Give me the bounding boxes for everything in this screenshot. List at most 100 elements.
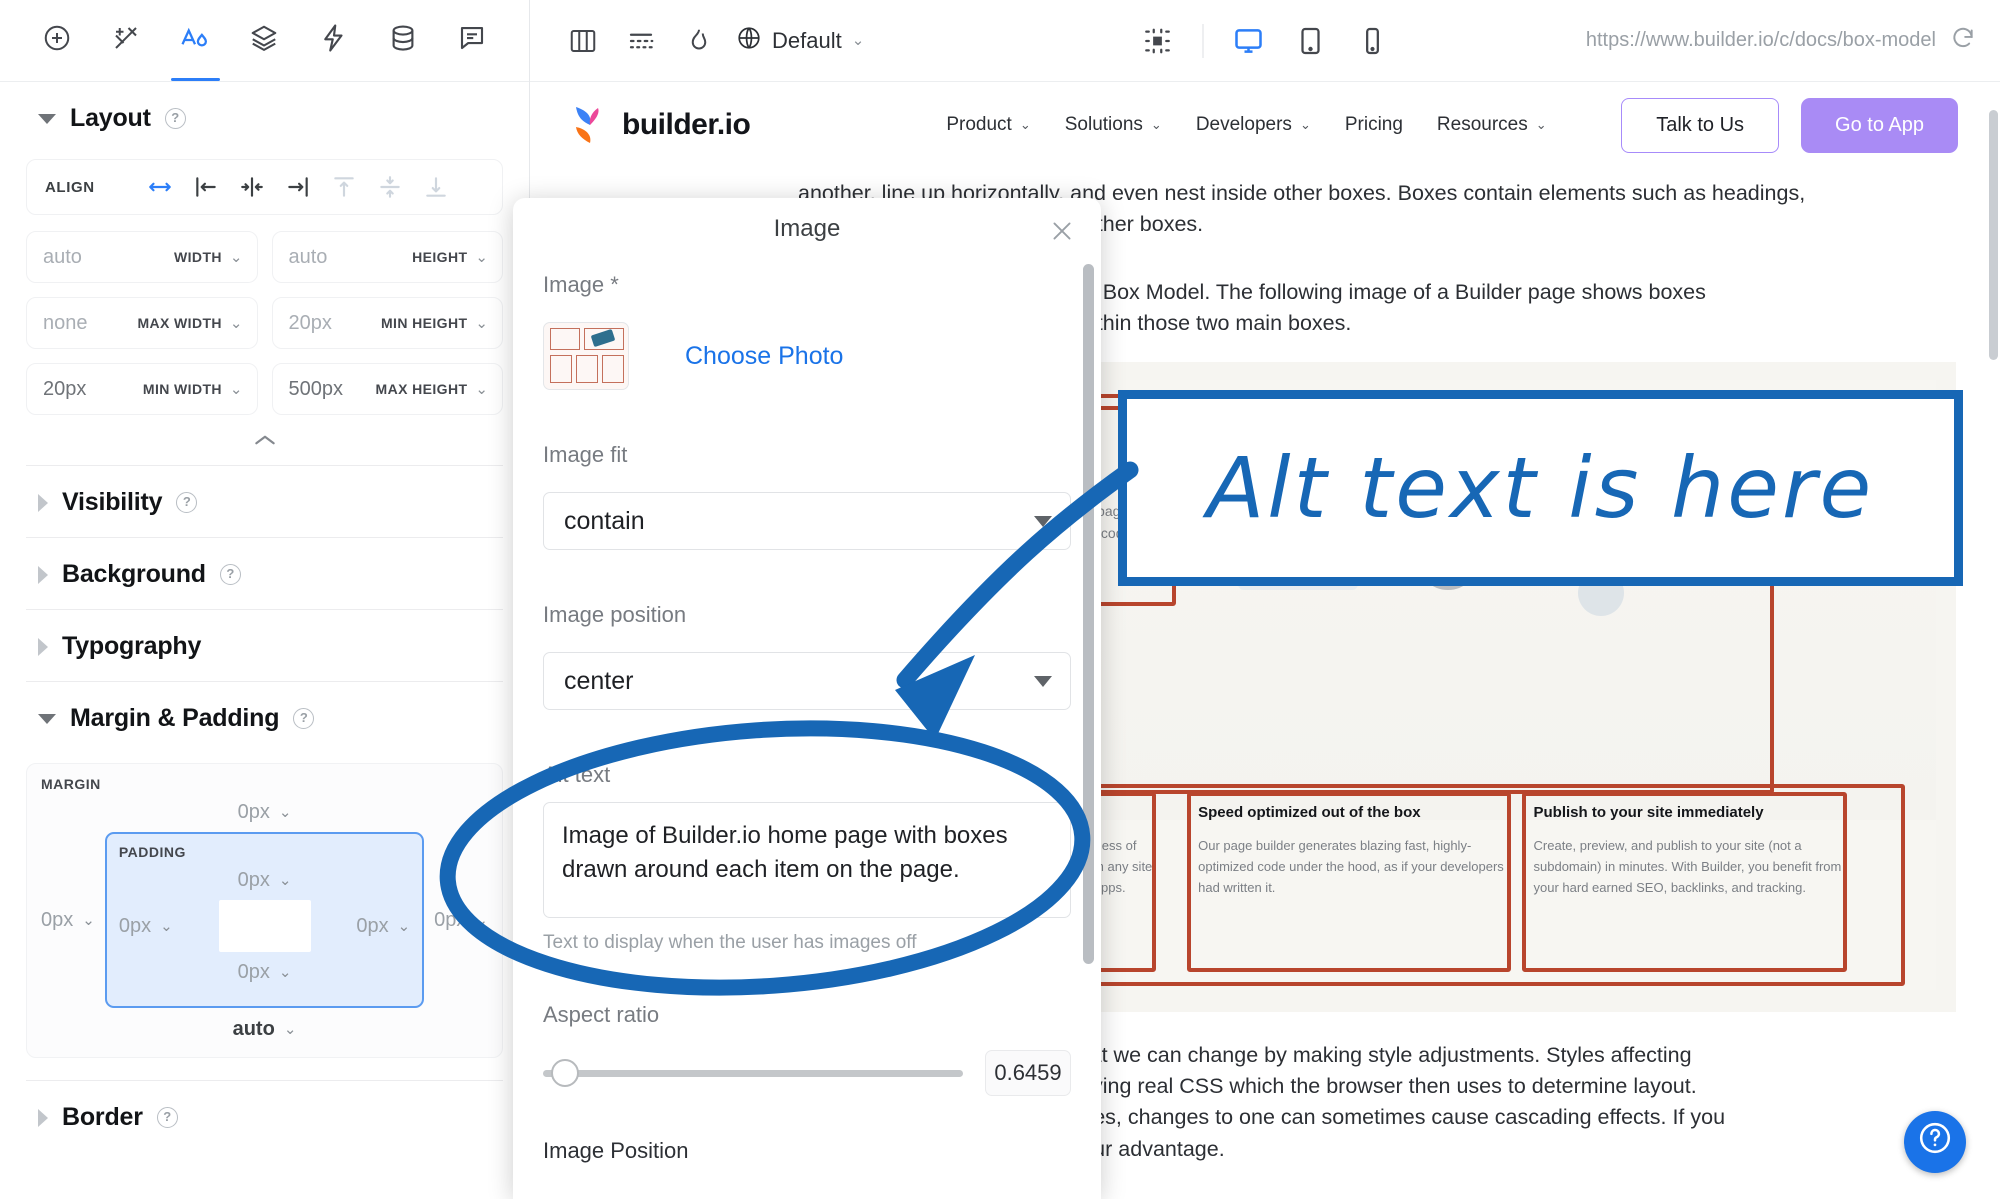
columns-icon[interactable] bbox=[554, 12, 612, 70]
align-left-icon[interactable] bbox=[183, 167, 229, 207]
aspect-ratio-slider[interactable] bbox=[543, 1059, 963, 1087]
section-header-border[interactable]: Border ? bbox=[0, 1081, 529, 1152]
dialog-scrollbar-thumb[interactable] bbox=[1083, 264, 1094, 964]
chevron-down-icon[interactable]: ⌄ bbox=[279, 965, 292, 980]
padding-middle-row: 0px ⌄ 0px ⌄ bbox=[119, 900, 410, 952]
sidebar-tab-style-tools[interactable] bbox=[91, 1, 160, 81]
image-position-select[interactable]: center bbox=[543, 652, 1071, 710]
align-center-icon[interactable] bbox=[229, 167, 275, 207]
flame-icon[interactable] bbox=[670, 12, 728, 70]
field-max-width[interactable]: none MAX WIDTH ⌄ bbox=[26, 297, 258, 349]
image-thumbnail[interactable] bbox=[543, 322, 629, 390]
field-min-height[interactable]: 20px MIN HEIGHT ⌄ bbox=[271, 297, 503, 349]
margin-top-control[interactable]: 0px ⌄ bbox=[41, 792, 488, 832]
align-label: ALIGN bbox=[45, 178, 95, 196]
section-header-background[interactable]: Background ? bbox=[0, 538, 529, 609]
help-fab-button[interactable] bbox=[1904, 1111, 1966, 1173]
chevron-down-icon[interactable]: ⌄ bbox=[230, 316, 243, 331]
chevron-down-icon[interactable]: ⌄ bbox=[230, 250, 243, 265]
chevron-down-icon[interactable]: ⌄ bbox=[279, 805, 292, 820]
desktop-icon[interactable] bbox=[1220, 12, 1278, 70]
layout-collapse-toggle[interactable] bbox=[0, 415, 529, 465]
padding-left-control[interactable]: 0px ⌄ bbox=[119, 915, 173, 938]
brand-logo[interactable]: builder.io bbox=[570, 105, 751, 145]
chevron-down-icon[interactable]: ⌄ bbox=[475, 913, 488, 928]
section-header-typography[interactable]: Typography bbox=[0, 610, 529, 681]
help-icon[interactable]: ? bbox=[219, 564, 241, 585]
nav-label: Pricing bbox=[1344, 114, 1403, 135]
sidebar-tab-data[interactable] bbox=[368, 1, 437, 81]
field-max-height[interactable]: 500px MAX HEIGHT ⌄ bbox=[271, 363, 503, 415]
section-header-layout[interactable]: Layout ? bbox=[0, 82, 529, 153]
sidebar-tab-interactions[interactable] bbox=[299, 1, 368, 81]
chevron-down-icon[interactable]: ⌄ bbox=[475, 316, 488, 331]
app-root: Layout ? ALIGN auto WIDTH ⌄ auto HEIGHT … bbox=[0, 0, 2000, 1199]
sidebar-tab-layers[interactable] bbox=[230, 1, 299, 81]
page-scrollbar[interactable] bbox=[1988, 110, 2000, 1169]
sidebar-tab-comments[interactable] bbox=[438, 1, 507, 81]
tablet-icon[interactable] bbox=[1282, 12, 1340, 70]
refresh-icon[interactable] bbox=[1950, 25, 1976, 57]
padding-bottom-control[interactable]: 0px ⌄ bbox=[119, 952, 410, 992]
nav-item-product[interactable]: Product ⌄ bbox=[946, 114, 1030, 136]
align-top-icon[interactable] bbox=[321, 167, 367, 207]
nav-item-resources[interactable]: Resources ⌄ bbox=[1437, 114, 1547, 136]
image-fit-value: contain bbox=[564, 506, 645, 535]
margin-right-control[interactable]: 0px ⌄ bbox=[434, 909, 488, 932]
alt-text-input[interactable]: Image of Builder.io home page with boxes… bbox=[543, 802, 1071, 918]
url-bar[interactable]: https://www.builder.io/c/docs/box-model bbox=[1586, 25, 1976, 57]
dialog-scrollbar[interactable] bbox=[1083, 264, 1095, 1199]
aspect-ratio-value[interactable]: 0.6459 bbox=[985, 1050, 1071, 1096]
sidebar-tab-add[interactable] bbox=[22, 1, 91, 81]
close-icon[interactable] bbox=[1045, 214, 1079, 248]
slider-handle[interactable] bbox=[551, 1059, 579, 1087]
align-bottom-icon[interactable] bbox=[413, 167, 459, 207]
go-to-app-button[interactable]: Go to App bbox=[1801, 97, 1958, 153]
image-fit-select[interactable]: contain bbox=[543, 492, 1071, 550]
talk-to-us-button[interactable]: Talk to Us bbox=[1621, 97, 1780, 153]
nav-item-pricing[interactable]: Pricing bbox=[1345, 114, 1403, 136]
margin-bottom-control[interactable]: auto ⌄ bbox=[41, 1018, 488, 1041]
preview-toolbar: Default ⌄ https://www.builder.io/c/docs/… bbox=[530, 0, 2000, 82]
mobile-icon[interactable] bbox=[1344, 12, 1402, 70]
choose-photo-button[interactable]: Choose Photo bbox=[685, 342, 843, 371]
chevron-down-icon[interactable]: ⌄ bbox=[398, 919, 411, 934]
padding-right-control[interactable]: 0px ⌄ bbox=[356, 915, 410, 938]
chevron-down-icon[interactable]: ⌄ bbox=[475, 382, 488, 397]
align-right-icon[interactable] bbox=[275, 167, 321, 207]
field-height[interactable]: auto HEIGHT ⌄ bbox=[271, 231, 503, 283]
chevron-down-icon[interactable]: ⌄ bbox=[852, 33, 865, 48]
sidebar-tab-style[interactable] bbox=[161, 1, 230, 81]
align-stretch-horizontal-icon[interactable] bbox=[137, 167, 183, 207]
nav-item-solutions[interactable]: Solutions ⌄ bbox=[1065, 114, 1162, 136]
locale-selector[interactable]: Default ⌄ bbox=[736, 25, 864, 57]
field-width[interactable]: auto WIDTH ⌄ bbox=[26, 231, 258, 283]
chevron-down-icon[interactable]: ⌄ bbox=[230, 382, 243, 397]
help-icon[interactable]: ? bbox=[293, 708, 315, 729]
chevron-down-icon[interactable]: ⌄ bbox=[82, 913, 95, 928]
select-box-icon[interactable] bbox=[1129, 12, 1187, 70]
help-icon[interactable]: ? bbox=[156, 1107, 178, 1128]
page-scrollbar-thumb[interactable] bbox=[1989, 110, 1998, 360]
section-header-margin-padding[interactable]: Margin & Padding ? bbox=[0, 682, 529, 753]
margin-bottom-value: auto bbox=[232, 1018, 275, 1040]
style-sidebar: Layout ? ALIGN auto WIDTH ⌄ auto HEIGHT … bbox=[0, 0, 530, 1199]
url-text: https://www.builder.io/c/docs/box-model bbox=[1585, 29, 1936, 51]
spacing-icon[interactable] bbox=[612, 12, 670, 70]
field-min-width[interactable]: 20px MIN WIDTH ⌄ bbox=[26, 363, 258, 415]
help-icon[interactable]: ? bbox=[176, 492, 198, 513]
align-middle-icon[interactable] bbox=[367, 167, 413, 207]
field-min-height-value: 20px bbox=[288, 311, 332, 334]
chevron-down-icon[interactable]: ⌄ bbox=[160, 919, 173, 934]
question-mark-icon bbox=[1917, 1120, 1953, 1165]
nav-item-developers[interactable]: Developers ⌄ bbox=[1196, 114, 1311, 136]
help-icon[interactable]: ? bbox=[164, 108, 186, 129]
chevron-down-icon[interactable]: ⌄ bbox=[475, 250, 488, 265]
margin-left-control[interactable]: 0px ⌄ bbox=[41, 909, 95, 932]
section-header-visibility[interactable]: Visibility ? bbox=[0, 466, 529, 537]
chevron-down-icon[interactable]: ⌄ bbox=[284, 1022, 297, 1037]
alt-text-helper: Text to display when the user has images… bbox=[543, 932, 917, 953]
padding-top-control[interactable]: 0px ⌄ bbox=[119, 860, 410, 900]
image-position-label: Image position bbox=[543, 602, 687, 627]
chevron-down-icon[interactable]: ⌄ bbox=[279, 873, 292, 888]
